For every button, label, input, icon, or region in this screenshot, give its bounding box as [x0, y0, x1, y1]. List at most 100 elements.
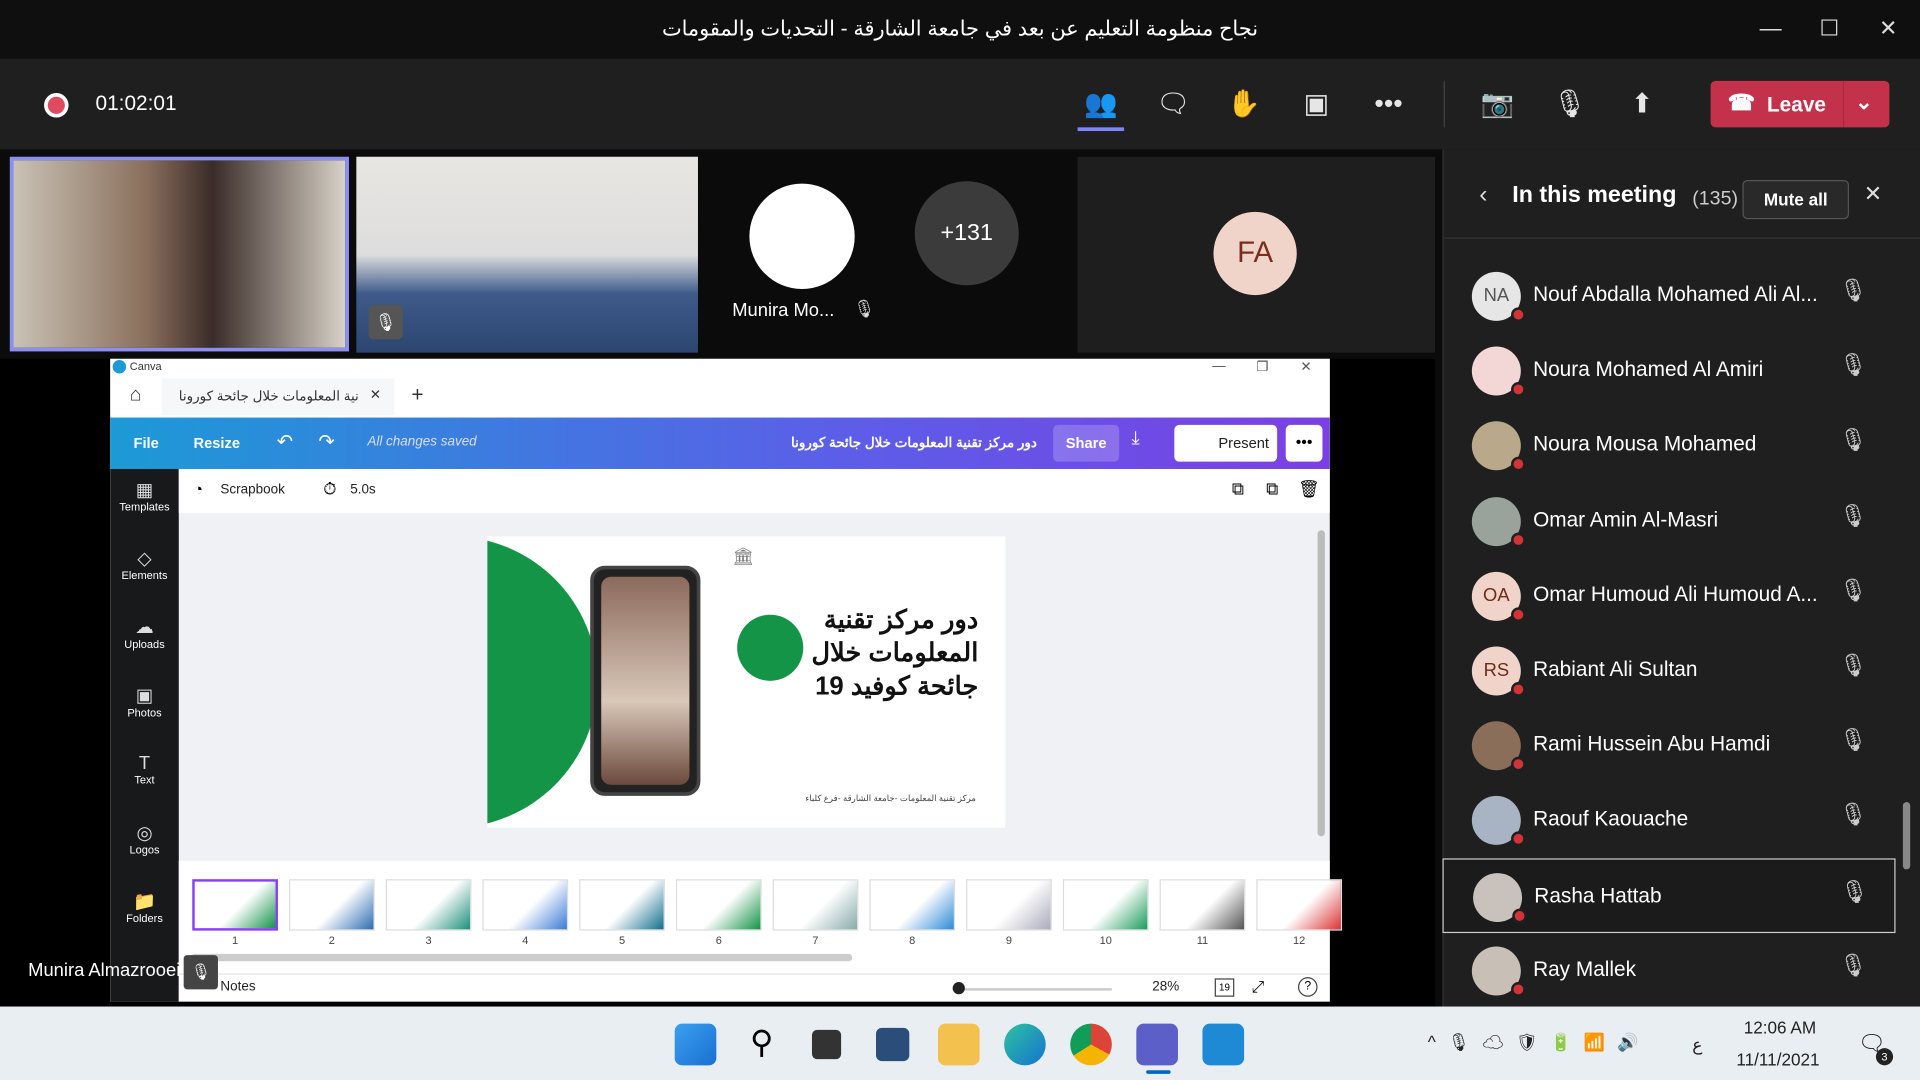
back-icon[interactable]: ‹ — [1479, 181, 1487, 209]
participant-row[interactable]: Omar Amin Al-Masri 🎙 — [1442, 483, 1895, 558]
search-icon[interactable]: ⚲ — [741, 1024, 783, 1066]
video-tile-participant[interactable]: 🎙 — [356, 156, 698, 353]
page-grid-button[interactable]: 19 — [1214, 978, 1235, 997]
participant-row[interactable]: Rasha Hattab 🎙 — [1442, 857, 1896, 933]
more-icon[interactable]: ••• — [1364, 83, 1413, 125]
redo-icon[interactable]: ↷ — [318, 430, 334, 454]
mute-all-button[interactable]: Mute all — [1742, 180, 1849, 220]
page-thumbnail[interactable] — [772, 879, 859, 931]
participant-row[interactable]: Rami Hussein Abu Hamdi 🎙 — [1442, 708, 1895, 783]
close-panel-icon[interactable]: ✕ — [1864, 181, 1882, 207]
close-tab-icon[interactable]: ✕ — [370, 387, 381, 403]
page-thumbnail[interactable] — [482, 879, 569, 931]
undo-icon[interactable]: ↶ — [277, 430, 293, 454]
zoom-slider-handle[interactable] — [952, 982, 965, 995]
add-page-icon[interactable]: ⧉ — [1232, 479, 1244, 500]
page-thumbnail[interactable] — [1159, 879, 1246, 931]
mic-off-icon[interactable]: 🎙 — [1839, 578, 1867, 604]
close-icon[interactable]: ✕ — [1300, 359, 1311, 375]
page-strip-scrollbar[interactable] — [191, 953, 853, 962]
new-tab-icon[interactable]: + — [411, 383, 423, 407]
participant-row[interactable]: OA Omar Humoud Ali Humoud A... 🎙 — [1442, 558, 1895, 633]
page-thumbnail[interactable] — [1062, 879, 1149, 931]
system-tray-icons[interactable]: ^🎙☁🛡🔋📶🔊 — [1428, 1032, 1651, 1053]
mic-off-icon[interactable]: 🎙 — [1839, 803, 1867, 829]
sidebar-item-templates[interactable]: ▦ Templates — [110, 479, 179, 540]
sidebar-item-uploads[interactable]: ☁ Uploads — [110, 616, 179, 677]
sidebar-item-folders[interactable]: 📁 Folders — [110, 890, 179, 951]
page-thumbnail[interactable] — [675, 879, 762, 931]
mic-off-icon[interactable]: 🎙 — [1839, 353, 1867, 379]
more-options-icon[interactable]: ••• — [1285, 424, 1323, 462]
participant-row[interactable]: Ray Mallek 🎙 — [1442, 933, 1895, 1008]
mic-off-icon[interactable]: 🎙 — [1839, 278, 1867, 304]
delete-icon[interactable]: 🗑 — [1298, 479, 1320, 500]
chat-icon[interactable]: 🗨 — [1149, 83, 1198, 125]
page-thumbnail[interactable] — [579, 879, 665, 931]
clock-time[interactable]: 12:06 AM — [1744, 1018, 1816, 1038]
mic-off-icon[interactable]: 🎙 — [1840, 879, 1868, 905]
sidebar-item-text[interactable]: T Text — [110, 753, 179, 814]
minimize-icon[interactable]: — — [1212, 359, 1225, 374]
close-window-button[interactable]: ✕ — [1859, 0, 1918, 59]
download-icon[interactable]: ⤓ — [1131, 427, 1139, 448]
participant-row[interactable]: Noura Mohamed Al Amiri 🎙 — [1442, 333, 1895, 408]
sidebar-item-logos[interactable]: ◎ Logos — [110, 822, 179, 883]
page-thumbnail[interactable] — [869, 879, 956, 931]
page-thumbnail[interactable] — [385, 879, 472, 931]
participant-row[interactable]: NA Nouf Abdalla Mohamed Ali Al... 🎙 — [1442, 258, 1895, 333]
duration-button[interactable]: 5.0s — [350, 482, 375, 497]
browser-tab[interactable]: نية المعلومات خلال جائحة كورونا ✕ — [161, 378, 395, 416]
camera-off-icon[interactable]: 📷 — [1473, 83, 1522, 125]
mic-off-icon[interactable]: 🎙 — [1839, 653, 1867, 679]
zoom-slider[interactable] — [952, 988, 1112, 991]
teams-icon[interactable] — [1136, 1023, 1178, 1066]
participant-row[interactable]: Raouf Kaouache 🎙 — [1442, 783, 1895, 858]
chevron-down-icon[interactable]: ⌄ — [1855, 91, 1872, 115]
raise-hand-icon[interactable]: ✋ — [1220, 83, 1269, 125]
canvas-scrollbar[interactable] — [1317, 530, 1325, 837]
widgets-icon[interactable] — [876, 1027, 910, 1062]
start-icon[interactable] — [674, 1023, 717, 1066]
leave-button[interactable]: ☎ Leave ⌄ — [1710, 80, 1890, 128]
task-view-icon[interactable] — [811, 1029, 842, 1060]
resize-button[interactable]: Resize — [193, 435, 240, 452]
mic-off-icon[interactable]: 🎙 — [1545, 83, 1594, 125]
overflow-participants-button[interactable]: +131 — [914, 181, 1019, 286]
video-tile-speaker[interactable] — [9, 156, 349, 352]
share-icon[interactable]: ⬆ — [1618, 83, 1667, 125]
sidebar-item-elements[interactable]: ◇ Elements — [110, 547, 179, 608]
duplicate-icon[interactable]: ⧉ — [1266, 479, 1278, 500]
sidebar-item-photos[interactable]: ▣ Photos — [110, 684, 179, 745]
share-button[interactable]: Share — [1053, 424, 1120, 462]
avatar-munira[interactable] — [749, 183, 855, 289]
mic-off-icon[interactable]: 🎙 — [1839, 428, 1867, 454]
page-thumbnail[interactable] — [966, 879, 1052, 931]
video-tile-fa[interactable]: FA — [1077, 156, 1436, 353]
page-thumbnail[interactable] — [1256, 879, 1343, 931]
slide-canvas[interactable]: 🏛 دور مركز تقنية المعلومات خلال جائحة كو… — [487, 536, 1006, 828]
chrome-icon[interactable] — [1070, 1023, 1112, 1066]
present-button[interactable]: Present — [1174, 424, 1278, 462]
fullscreen-icon[interactable]: ⤢ — [1251, 977, 1264, 997]
page-thumbnail[interactable] — [288, 879, 375, 931]
mic-off-icon[interactable]: 🎙 — [1839, 728, 1867, 754]
restore-icon[interactable]: ❐ — [1256, 359, 1268, 375]
mic-off-icon[interactable]: 🎙 — [1839, 952, 1867, 978]
photos-icon[interactable] — [1202, 1023, 1245, 1066]
rooms-icon[interactable]: ▣ — [1292, 83, 1341, 125]
people-icon[interactable]: 👥 — [1076, 83, 1125, 125]
notes-button[interactable]: Notes — [220, 980, 255, 995]
edge-icon[interactable] — [1004, 1023, 1046, 1066]
maximize-button[interactable]: ☐ — [1800, 0, 1859, 59]
file-explorer-icon[interactable] — [937, 1023, 980, 1066]
minimize-button[interactable]: — — [1741, 0, 1800, 59]
animation-scrapbook-button[interactable]: Scrapbook — [220, 482, 284, 497]
mic-off-icon[interactable]: 🎙 — [1839, 503, 1867, 529]
participant-row[interactable]: RS Rabiant Ali Sultan 🎙 — [1442, 633, 1895, 708]
input-language[interactable]: ع — [1692, 1035, 1702, 1056]
file-menu[interactable]: File — [133, 435, 158, 452]
panel-scrollbar[interactable] — [1902, 802, 1911, 870]
help-icon[interactable]: ? — [1297, 977, 1318, 997]
document-title[interactable]: دور مركز تقنية المعلومات خلال جائحة كورو… — [791, 435, 1037, 451]
